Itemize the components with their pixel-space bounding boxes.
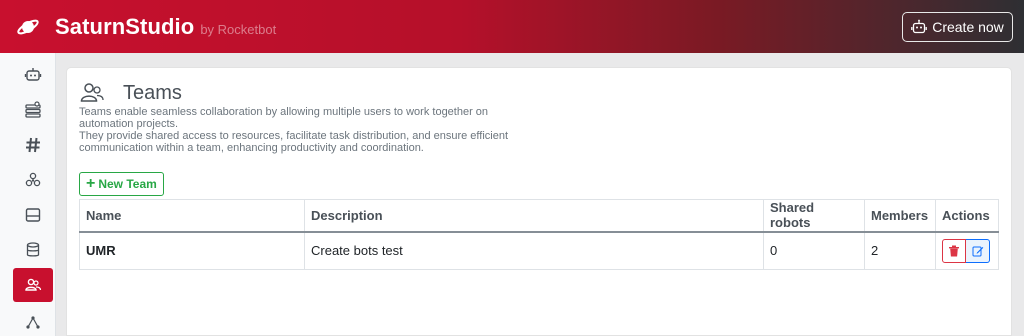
new-team-button[interactable]: + New Team	[79, 172, 164, 196]
team-members: 2	[864, 231, 936, 270]
page-title: Teams	[123, 81, 182, 104]
table-header-row: Name Description Shared robots Members A…	[79, 199, 999, 233]
hash-icon	[26, 137, 40, 153]
create-now-button[interactable]: Create now	[902, 12, 1013, 42]
brand-name: SaturnStudio	[55, 13, 195, 39]
logo[interactable]: SaturnStudio by Rocketbot	[16, 14, 276, 40]
saturn-logo-icon	[17, 19, 39, 34]
description-line: communication within a team, enhancing p…	[79, 142, 424, 154]
page-description: Teams enable seamless collaboration by a…	[79, 106, 529, 154]
team-actions	[935, 231, 999, 270]
brand-byline: by Rocketbot	[200, 22, 277, 37]
delete-team-button[interactable]	[942, 238, 966, 263]
robot-icon	[24, 68, 42, 81]
sidebar-item-integrations[interactable]	[13, 164, 53, 196]
network-icon	[25, 172, 41, 187]
sidebar-item-inbox[interactable]	[13, 199, 53, 231]
plus-icon: +	[86, 175, 96, 192]
column-header-description: Description	[304, 199, 764, 233]
teams-icon	[25, 278, 42, 291]
sidebar-item-workflows[interactable]	[13, 307, 53, 336]
sidebar-item-teams[interactable]	[13, 268, 53, 302]
column-header-actions: Actions	[935, 199, 999, 233]
description-line: They provide shared access to resources,…	[79, 130, 509, 142]
sidebar-item-robots[interactable]	[13, 58, 53, 90]
description-line: Teams enable seamless collaboration by a…	[79, 106, 489, 118]
new-team-label: New Team	[98, 177, 157, 191]
diagram-icon	[26, 316, 40, 329]
page-header: Teams	[79, 80, 182, 106]
team-description: Create bots test	[304, 231, 764, 270]
trash-icon	[949, 245, 959, 257]
robot-icon	[911, 19, 928, 34]
sidebar-item-database[interactable]	[13, 234, 53, 266]
table-row: UMR Create bots test 0 2	[79, 231, 999, 270]
sidebar	[0, 53, 56, 336]
column-header-members: Members	[864, 199, 936, 233]
description-line: automation projects.	[79, 118, 179, 130]
column-header-name: Name	[79, 199, 305, 233]
sidebar-item-tools[interactable]	[13, 94, 53, 126]
top-header: SaturnStudio by Rocketbot Create now	[0, 0, 1024, 53]
teams-table: Name Description Shared robots Members A…	[79, 199, 999, 270]
create-now-label: Create now	[932, 19, 1004, 35]
edit-team-button[interactable]	[966, 238, 990, 263]
sidebar-item-variables[interactable]	[13, 129, 53, 161]
edit-icon	[972, 246, 983, 257]
team-name: UMR	[79, 231, 305, 270]
team-shared-robots: 0	[763, 231, 865, 270]
database-icon	[26, 242, 40, 257]
column-header-shared-robots: Shared robots	[763, 199, 865, 233]
teams-card: Teams Teams enable seamless collaboratio…	[66, 67, 1012, 336]
inbox-icon	[25, 208, 41, 222]
teams-icon	[80, 83, 104, 102]
tool-icon	[25, 101, 41, 118]
